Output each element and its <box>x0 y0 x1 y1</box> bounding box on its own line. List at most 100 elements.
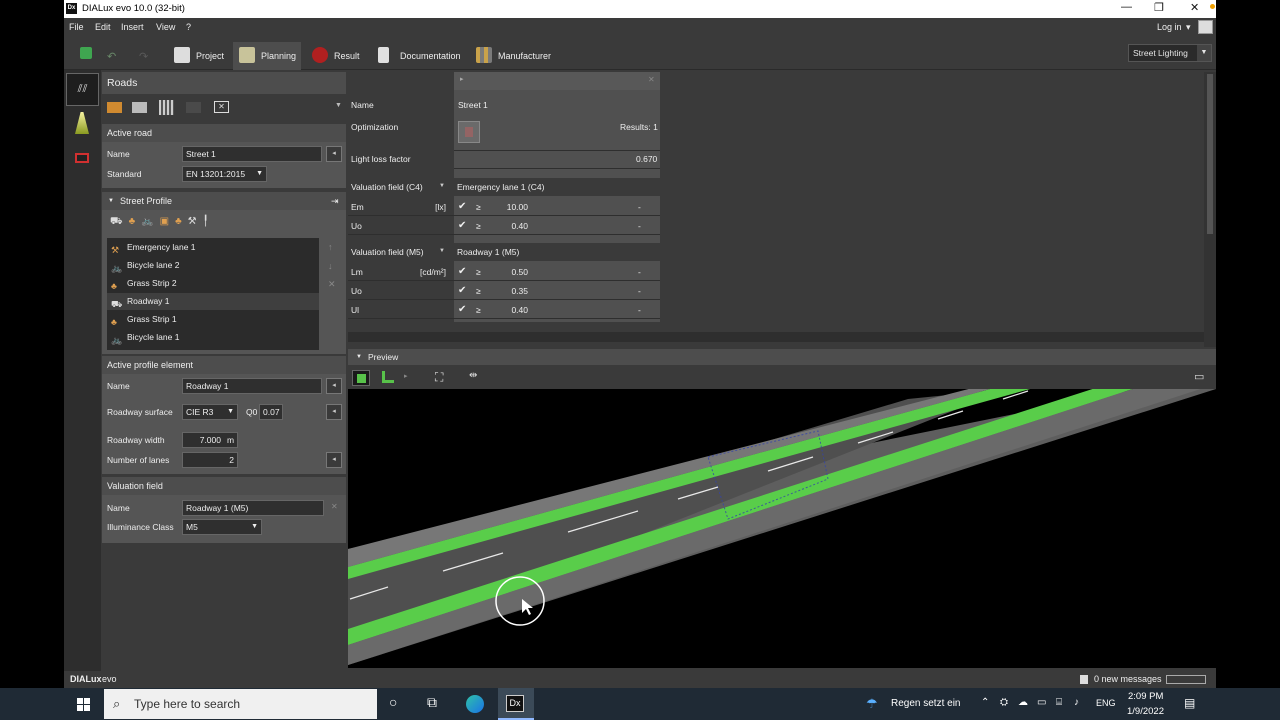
remove-icon[interactable]: ✕ <box>328 279 336 290</box>
metric-unit: [lx] <box>435 202 446 212</box>
redo-icon[interactable]: ↷ <box>139 50 148 63</box>
check-icon[interactable]: ✔ <box>458 201 466 212</box>
metric-target[interactable]: 0.35 <box>488 286 528 296</box>
lanes-button[interactable]: ◂ <box>326 452 342 468</box>
maximize-button[interactable]: ❐ <box>1154 1 1164 14</box>
road-name-input[interactable]: Street 1 <box>182 146 322 162</box>
q0-input[interactable]: 0.07 <box>259 404 283 420</box>
save-icon[interactable] <box>80 47 92 59</box>
taskbar-search-input[interactable]: ⌕ Type here to search <box>104 689 377 719</box>
view-more-icon[interactable]: ▸ <box>404 372 408 380</box>
clock-date[interactable]: 1/9/2022 <box>1127 706 1164 717</box>
tab-documentation[interactable]: Documentation <box>372 42 467 70</box>
road-type-3-icon[interactable] <box>159 100 174 115</box>
windows-start-icon[interactable] <box>77 698 90 711</box>
weather-text[interactable]: Regen setzt ein <box>891 698 961 709</box>
weather-icon[interactable]: ☂ <box>866 696 878 712</box>
dialux-taskbar-button[interactable]: Dx <box>498 688 534 720</box>
clock-time[interactable]: 2:09 PM <box>1128 691 1163 702</box>
login-link[interactable]: Log in <box>1157 22 1182 32</box>
list-item-selected[interactable]: ⛟ Roadway 1 <box>107 293 319 310</box>
road-type-1-icon[interactable] <box>107 102 122 113</box>
profile-name-input[interactable]: Roadway 1 <box>182 378 322 394</box>
list-item[interactable]: 🚲 Bicycle lane 1 <box>107 329 319 346</box>
check-icon[interactable]: ✔ <box>458 266 466 277</box>
tab-planning[interactable]: Planning <box>233 42 301 70</box>
move-up-icon[interactable]: ↑ <box>328 242 333 252</box>
vf-c4-dropdown-icon[interactable]: ▼ <box>439 183 445 189</box>
display-icon[interactable]: ▭ <box>1194 370 1204 383</box>
mode-select[interactable]: Street Lighting ▼ <box>1128 44 1212 62</box>
road-type-2-icon[interactable] <box>132 102 147 113</box>
close-props-icon[interactable]: ✕ <box>648 75 655 84</box>
vf-m5-dropdown-icon[interactable]: ▼ <box>439 248 445 254</box>
task-view-icon[interactable]: ⧉ <box>427 694 437 711</box>
move-down-icon[interactable]: ↓ <box>328 261 333 271</box>
messages-count[interactable]: 0 new messages <box>1094 671 1162 688</box>
avatar[interactable] <box>1198 20 1213 34</box>
menu-view[interactable]: View <box>156 22 175 32</box>
vf-clear-icon[interactable]: ✕ <box>331 502 338 511</box>
minimize-button[interactable]: — <box>1121 1 1132 13</box>
preview-header[interactable]: ▼ Preview <box>348 349 1216 365</box>
battery-icon[interactable]: ▭ <box>1037 697 1046 708</box>
list-item[interactable]: ⚒ Emergency lane 1 <box>107 239 319 256</box>
surface-select[interactable]: CIE R3 <box>182 404 238 420</box>
tray-app-icon[interactable]: ⛭ <box>1000 697 1008 708</box>
standard-select[interactable]: EN 13201:2015 <box>182 166 267 182</box>
metric-target[interactable]: 10.00 <box>488 202 528 212</box>
login-dropdown-icon[interactable]: ▾ <box>1186 22 1191 33</box>
collapse-icon[interactable]: ▼ <box>108 192 114 210</box>
check-icon[interactable]: ✔ <box>458 220 466 231</box>
metric-target[interactable]: 0.40 <box>488 305 528 315</box>
vertical-scrollbar[interactable] <box>1204 72 1216 347</box>
tab-result[interactable]: Result <box>306 42 366 70</box>
undo-icon[interactable]: ↶ <box>107 50 116 63</box>
horizontal-scrollbar[interactable] <box>348 332 1204 342</box>
tab-manufacturer[interactable]: Manufacturer <box>470 42 560 70</box>
optimization-button[interactable] <box>458 121 480 143</box>
luminaire-icon[interactable] <box>66 108 99 141</box>
onedrive-icon[interactable]: ☁ <box>1018 697 1028 708</box>
expand-icon[interactable]: ▸ <box>460 75 464 83</box>
view-3d-button[interactable] <box>352 370 370 386</box>
menu-edit[interactable]: Edit <box>95 22 111 32</box>
language-indicator[interactable]: ENG <box>1096 698 1116 708</box>
metric-target[interactable]: 0.40 <box>488 221 528 231</box>
menu-help[interactable]: ? <box>186 22 191 32</box>
vf-name-input[interactable]: Roadway 1 (M5) <box>182 500 324 516</box>
cortana-icon[interactable]: ○ <box>389 694 397 710</box>
volume-icon[interactable]: ♪ <box>1074 697 1079 708</box>
preview-collapse-icon[interactable]: ▼ <box>356 349 362 365</box>
profile-name-button[interactable]: ◂ <box>326 378 342 394</box>
check-icon[interactable]: ✔ <box>458 304 466 315</box>
pin-icon[interactable]: ⇥ <box>331 192 339 210</box>
measure-icon[interactable]: ⇹ <box>469 370 477 381</box>
list-item[interactable]: 🚲 Bicycle lane 2 <box>107 257 319 274</box>
profile-element-toolbar[interactable]: ⛟♣🚲▣♣⚒╿ <box>110 216 215 229</box>
list-item[interactable]: ♣ Grass Strip 1 <box>107 311 319 328</box>
notifications-icon[interactable]: ▤ <box>1184 696 1195 710</box>
network-icon[interactable]: ⌸ <box>1056 697 1062 708</box>
road-name-button[interactable]: ◂ <box>326 146 342 162</box>
3d-viewport[interactable] <box>348 389 1216 668</box>
surface-button[interactable]: ◂ <box>326 404 342 420</box>
check-icon[interactable]: ✔ <box>458 285 466 296</box>
illuminance-class-select[interactable]: M5 <box>182 519 262 535</box>
edge-icon[interactable] <box>466 695 484 713</box>
metric-target[interactable]: 0.50 <box>488 267 528 277</box>
roads-more-icon[interactable]: ▼ <box>335 102 342 109</box>
delete-road-icon[interactable]: ✕ <box>214 101 229 113</box>
road-view-icon[interactable]: ⫽⫽ <box>66 73 99 106</box>
show-hidden-icon[interactable]: ⌃ <box>981 697 989 708</box>
close-button[interactable]: ✕ <box>1190 1 1199 14</box>
tab-project[interactable]: Project <box>168 42 230 70</box>
road-type-4-icon[interactable] <box>186 102 201 113</box>
menu-insert[interactable]: Insert <box>121 22 144 32</box>
list-item[interactable]: ♣ Grass Strip 2 <box>107 275 319 292</box>
view-plan-icon[interactable] <box>382 371 394 383</box>
lanes-input[interactable]: 2 <box>182 452 238 468</box>
menu-file[interactable]: File <box>69 22 84 32</box>
area-icon[interactable] <box>66 142 99 175</box>
fit-view-icon[interactable]: ⛶ <box>435 370 443 385</box>
